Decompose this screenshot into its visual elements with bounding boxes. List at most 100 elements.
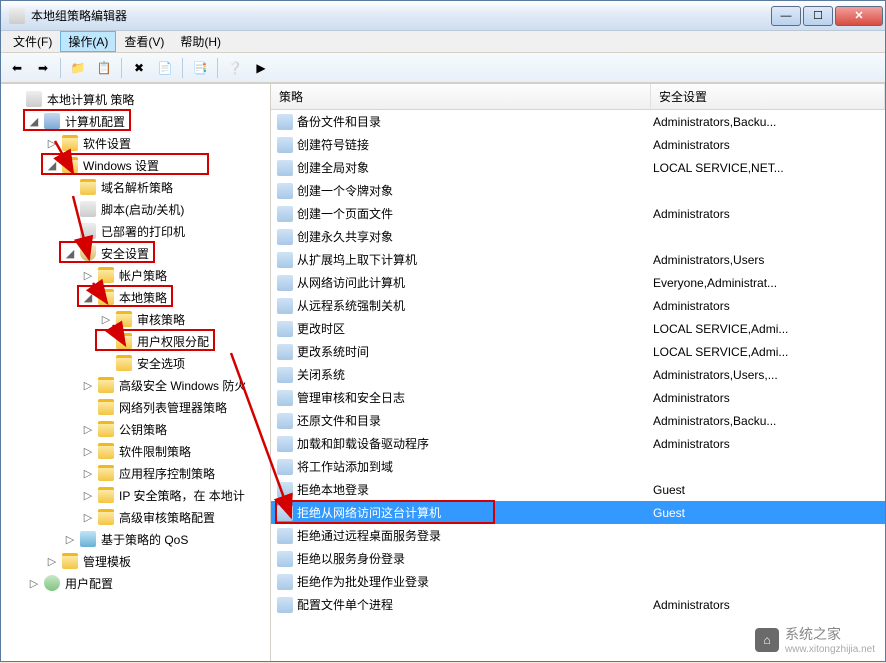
folder-icon [98, 443, 114, 459]
tree-node[interactable]: ▷高级安全 Windows 防火 [1, 374, 270, 396]
tree-toggle-icon[interactable]: ▷ [81, 489, 95, 502]
folder-icon [62, 157, 78, 173]
close-button[interactable]: ✕ [835, 6, 883, 26]
list-row[interactable]: 创建全局对象LOCAL SERVICE,NET... [271, 156, 885, 179]
list-row[interactable]: 备份文件和目录Administrators,Backu... [271, 110, 885, 133]
tree-node[interactable]: 网络列表管理器策略 [1, 396, 270, 418]
list-row[interactable]: 创建永久共享对象 [271, 225, 885, 248]
content-area: 本地计算机 策略◢计算机配置▷软件设置◢Windows 设置域名解析策略脚本(启… [1, 83, 885, 661]
back-icon[interactable]: ⬅ [5, 56, 29, 80]
tree-toggle-icon[interactable]: ▷ [81, 423, 95, 436]
tree-toggle-icon[interactable]: ▷ [81, 467, 95, 480]
help-icon[interactable]: ❔ [223, 56, 247, 80]
list-body: 备份文件和目录Administrators,Backu...创建符号链接Admi… [271, 110, 885, 616]
export-icon[interactable]: 📑 [188, 56, 212, 80]
refresh-icon[interactable]: 📄 [153, 56, 177, 80]
list-row[interactable]: 创建符号链接Administrators [271, 133, 885, 156]
tree-node[interactable]: ◢ 本地策略 [1, 286, 270, 308]
tree-node[interactable]: ▷软件设置 [1, 132, 270, 154]
delete-icon[interactable]: ✖ [127, 56, 151, 80]
tree-node[interactable]: ▷ 管理模板 [1, 550, 270, 572]
tree-toggle-icon[interactable]: ▷ [99, 313, 113, 326]
forward-icon[interactable]: ➡ [31, 56, 55, 80]
list-row[interactable]: 还原文件和目录Administrators,Backu... [271, 409, 885, 432]
tree-node[interactable]: ▷用户配置 [1, 572, 270, 594]
tree-node[interactable]: ▷IP 安全策略，在 本地计 [1, 484, 270, 506]
tree-node[interactable]: 用户权限分配 [1, 330, 270, 352]
menu-item-3[interactable]: 帮助(H) [172, 31, 229, 52]
tree-node[interactable]: ▷帐户策略 [1, 264, 270, 286]
policy-name: 拒绝从网络访问这台计算机 [297, 504, 441, 521]
menu-item-1[interactable]: 操作(A) [60, 31, 116, 52]
security-setting: Guest [651, 506, 885, 520]
folder-icon [98, 377, 114, 393]
tree-label: 应用程序控制策略 [117, 464, 217, 483]
list-row[interactable]: 从远程系统强制关机Administrators [271, 294, 885, 317]
tree-toggle-icon[interactable]: ▷ [63, 533, 77, 546]
list-row[interactable]: 创建一个令牌对象 [271, 179, 885, 202]
tree-node[interactable]: ◢安全设置 [1, 242, 270, 264]
tree-node[interactable]: ▷审核策略 [1, 308, 270, 330]
list-row[interactable]: 更改时区 LOCAL SERVICE,Admi... [271, 317, 885, 340]
tree-node[interactable]: 安全选项 [1, 352, 270, 374]
security-setting: Administrators [651, 598, 885, 612]
security-setting: LOCAL SERVICE,Admi... [651, 322, 885, 336]
tree-node[interactable]: 本地计算机 策略 [1, 88, 270, 110]
list-row[interactable]: 拒绝通过远程桌面服务登录 [271, 524, 885, 547]
tree-node[interactable]: ▷ 应用程序控制策略 [1, 462, 270, 484]
tree-node[interactable]: ▷高级审核策略配置 [1, 506, 270, 528]
tree-label: 管理模板 [81, 552, 133, 571]
list-row[interactable]: 更改系统时间LOCAL SERVICE,Admi... [271, 340, 885, 363]
tree-node[interactable]: ▷软件限制策略 [1, 440, 270, 462]
app-icon [9, 8, 25, 24]
list-row[interactable]: 拒绝本地登录Guest [271, 478, 885, 501]
tree-node[interactable]: 脚本(启动/关机) [1, 198, 270, 220]
tree-toggle-icon[interactable]: ◢ [63, 247, 77, 260]
up-icon[interactable]: 📁 [66, 56, 90, 80]
menu-item-0[interactable]: 文件(F) [5, 31, 60, 52]
maximize-button[interactable]: ☐ [803, 6, 833, 26]
tree-toggle-icon[interactable]: ◢ [45, 159, 59, 172]
list-row[interactable]: 配置文件单个进程Administrators [271, 593, 885, 616]
list-row[interactable]: 拒绝从网络访问这台计算机 Guest [271, 501, 885, 524]
list-row[interactable]: 管理审核和安全日志Administrators [271, 386, 885, 409]
tree-toggle-icon[interactable]: ▷ [81, 379, 95, 392]
tree-node[interactable]: 域名解析策略 [1, 176, 270, 198]
policy-icon [277, 160, 293, 176]
tree-label: 本地策略 [117, 288, 169, 307]
tree-panel[interactable]: 本地计算机 策略◢计算机配置▷软件设置◢Windows 设置域名解析策略脚本(启… [1, 84, 271, 661]
tree-node[interactable]: ▷基于策略的 QoS [1, 528, 270, 550]
list-header: 策略 安全设置 [271, 84, 885, 110]
minimize-button[interactable]: — [771, 6, 801, 26]
tree-toggle-icon[interactable]: ▷ [81, 269, 95, 282]
policy-name: 更改时区 [297, 320, 345, 337]
list-row[interactable]: 创建一个页面文件Administrators [271, 202, 885, 225]
tree-toggle-icon[interactable]: ▷ [81, 511, 95, 524]
folder-icon [98, 421, 114, 437]
list-row[interactable]: 将工作站添加到域 [271, 455, 885, 478]
run-icon[interactable]: ▶ [249, 56, 273, 80]
properties-icon[interactable]: 📋 [92, 56, 116, 80]
column-header-policy[interactable]: 策略 [271, 84, 651, 109]
tree-toggle-icon[interactable]: ◢ [27, 115, 41, 128]
tree-toggle-icon[interactable]: ▷ [45, 137, 59, 150]
list-row[interactable]: 关闭系统Administrators,Users,... [271, 363, 885, 386]
tree-node[interactable]: 已部署的打印机 [1, 220, 270, 242]
security-setting: Administrators,Users [651, 253, 885, 267]
list-row[interactable]: 从扩展坞上取下计算机Administrators,Users [271, 248, 885, 271]
list-row[interactable]: 加载和卸载设备驱动程序Administrators [271, 432, 885, 455]
list-panel[interactable]: 策略 安全设置 备份文件和目录Administrators,Backu...创建… [271, 84, 885, 661]
tree-toggle-icon[interactable]: ▷ [27, 577, 41, 590]
tree-node[interactable]: ◢Windows 设置 [1, 154, 270, 176]
column-header-setting[interactable]: 安全设置 [651, 84, 885, 109]
security-setting: Administrators [651, 207, 885, 221]
list-row[interactable]: 拒绝以服务身份登录 [271, 547, 885, 570]
tree-toggle-icon[interactable]: ▷ [45, 555, 59, 568]
tree-toggle-icon[interactable]: ◢ [81, 291, 95, 304]
menu-item-2[interactable]: 查看(V) [116, 31, 172, 52]
list-row[interactable]: 拒绝作为批处理作业登录 [271, 570, 885, 593]
tree-toggle-icon[interactable]: ▷ [81, 445, 95, 458]
tree-node[interactable]: ◢计算机配置 [1, 110, 270, 132]
list-row[interactable]: 从网络访问此计算机Everyone,Administrat... [271, 271, 885, 294]
tree-node[interactable]: ▷公钥策略 [1, 418, 270, 440]
